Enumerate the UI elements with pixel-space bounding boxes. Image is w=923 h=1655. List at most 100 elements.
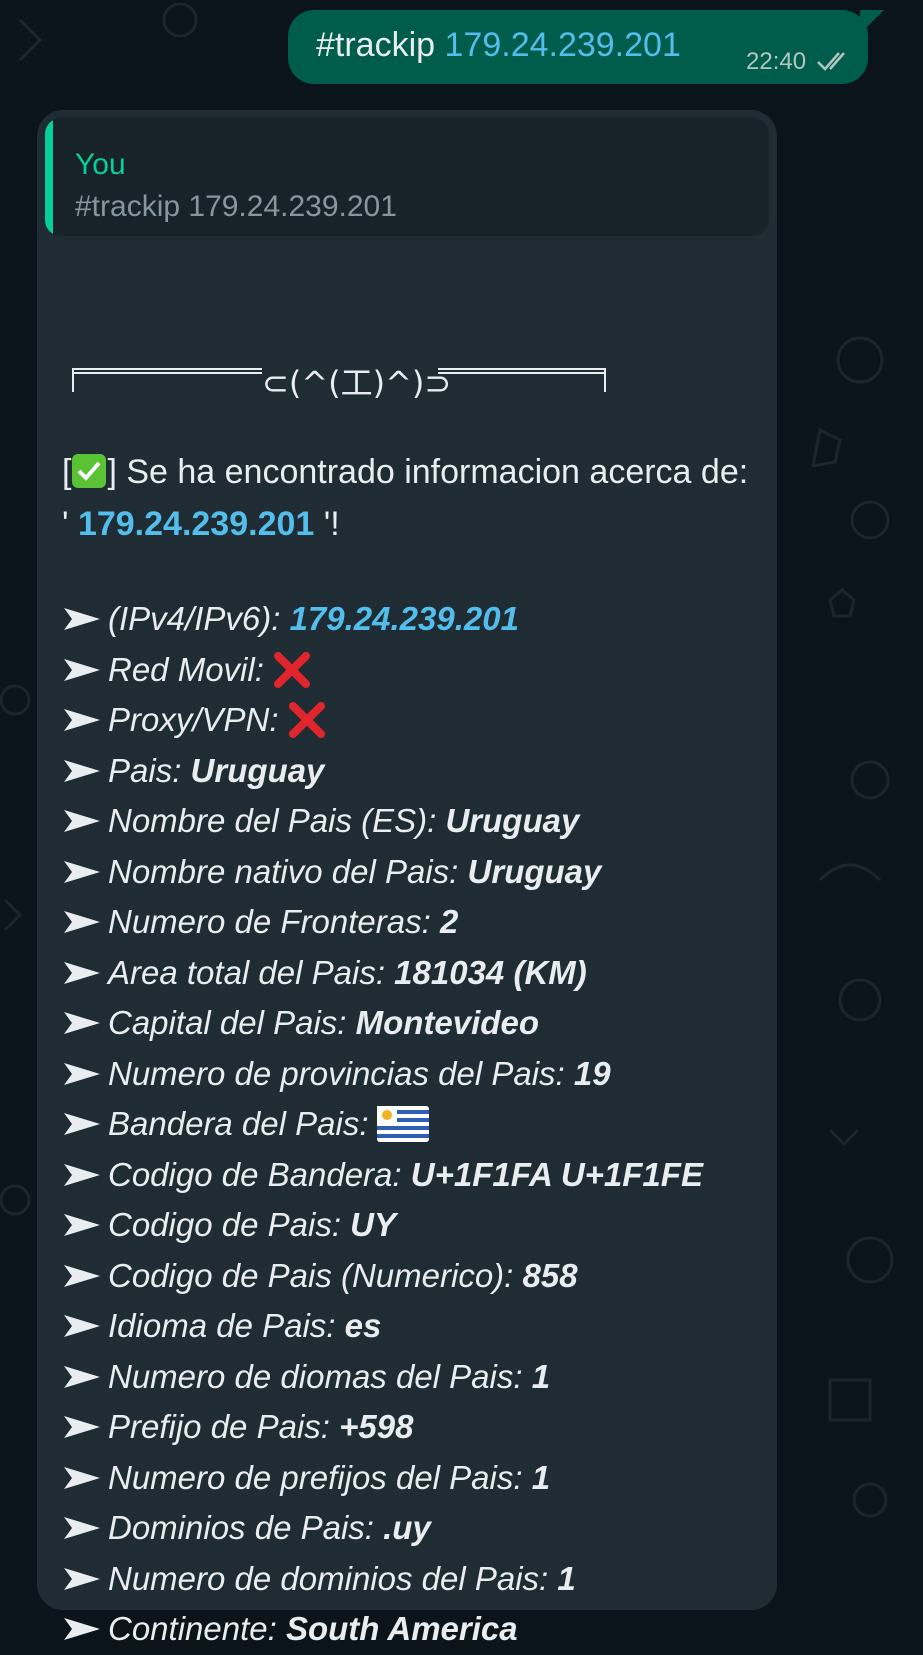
info-value: 19 <box>573 1054 611 1092</box>
info-list: (IPv4/IPv6): 179.24.239.201 Red Movil: Pro… <box>62 594 774 1655</box>
info-label: Nombre del Pais (ES): <box>108 802 437 840</box>
info-label: Numero de Fronteras: <box>108 903 431 941</box>
info-label: Numero de dominios del Pais: <box>108 1559 549 1597</box>
info-row: Dominios de Pais: .uy <box>62 1503 774 1554</box>
info-value: .uy <box>383 1509 431 1547</box>
cross-mark-icon <box>272 650 312 690</box>
info-ip-link[interactable]: 179.24.239.201 <box>290 600 519 638</box>
outgoing-bubble-tail <box>860 10 884 34</box>
arrow-bullet-icon <box>62 806 102 836</box>
arrow-bullet-icon <box>62 1412 102 1442</box>
info-value: 1 <box>531 1357 551 1395</box>
info-value: South America <box>285 1610 518 1648</box>
quoted-reply[interactable]: You #trackip 179.24.239.201 <box>45 118 769 236</box>
info-label: Proxy/VPN: <box>108 701 279 739</box>
info-label: Codigo de Pais (Numerico): <box>108 1256 514 1294</box>
info-label: Nombre nativo del Pais: <box>108 852 459 890</box>
found-ip-link[interactable]: 179.24.239.201 <box>78 505 314 543</box>
info-value: 858 <box>522 1256 578 1294</box>
info-row: Prefijo de Pais: +598 <box>62 1402 774 1453</box>
info-row: Numero de diomas del Pais: 1 <box>62 1352 774 1403</box>
info-label: Idioma de Pais: <box>108 1307 336 1345</box>
info-label: Area total del Pais: <box>108 953 385 991</box>
info-row: Codigo de Pais: UY <box>62 1200 774 1251</box>
outgoing-message-text: #trackip 179.24.239.201 <box>316 26 681 65</box>
info-label: Continente: <box>108 1610 277 1648</box>
kaomoji-banner: ⊂(^(工)^)⊃ <box>62 358 622 402</box>
command-hashtag[interactable]: #trackip <box>316 26 435 64</box>
info-label: Numero de diomas del Pais: <box>108 1357 523 1395</box>
info-value: 2 <box>439 903 459 941</box>
arrow-bullet-icon <box>62 1059 102 1089</box>
incoming-message-bubble[interactable]: You #trackip 179.24.239.201 ⊂(^(工)^)⊃ []… <box>37 110 777 1647</box>
info-row: Numero de dominios del Pais: 1 <box>62 1554 774 1605</box>
arrow-bullet-icon <box>62 1160 102 1190</box>
quote-author: You <box>75 148 126 181</box>
info-row: Nombre nativo del Pais: Uruguay <box>62 847 774 898</box>
banner-line-left <box>72 368 262 374</box>
arrow-bullet-icon <box>62 1261 102 1291</box>
cross-mark-icon <box>287 700 327 740</box>
info-value: 1 <box>531 1458 551 1496</box>
info-row: Numero de provincias del Pais: 19 <box>62 1049 774 1100</box>
info-row: Capital del Pais: Montevideo <box>62 998 774 1049</box>
arrow-bullet-icon <box>62 1362 102 1392</box>
info-label: Bandera del Pais: <box>108 1105 369 1143</box>
info-label: Numero de prefijos del Pais: <box>108 1458 523 1496</box>
info-value: 1 <box>557 1559 576 1597</box>
message-timestamp: 22:40 <box>746 48 807 75</box>
info-label: Numero de provincias del Pais: <box>108 1054 565 1092</box>
outgoing-message-bubble[interactable]: #trackip 179.24.239.201 22:40 <box>288 10 868 84</box>
info-label: Capital del Pais: <box>108 1004 347 1042</box>
uruguay-flag-icon <box>376 1106 429 1143</box>
info-row: Nombre del Pais (ES): Uruguay <box>62 796 774 847</box>
info-label: Pais: <box>108 751 182 789</box>
info-value: UY <box>350 1206 396 1244</box>
info-value: U+1F1FA U+1F1FE <box>410 1155 703 1193</box>
info-value: es <box>344 1307 382 1345</box>
arrow-bullet-icon <box>62 907 102 937</box>
info-label: Prefijo de Pais: <box>108 1408 330 1446</box>
info-label: Red Movil: <box>108 650 264 688</box>
info-row: Proxy/VPN: <box>62 695 774 746</box>
quote-text: #trackip 179.24.239.201 <box>75 190 397 223</box>
arrow-bullet-icon <box>62 1008 102 1038</box>
check-mark-icon <box>72 454 107 488</box>
info-row: Pais: Uruguay <box>62 746 774 797</box>
info-value: +598 <box>339 1408 414 1446</box>
info-row: Red Movil: <box>62 645 774 696</box>
arrow-bullet-icon <box>62 1463 102 1493</box>
info-label: Codigo de Bandera: <box>108 1155 402 1193</box>
info-label: Codigo de Pais: <box>108 1206 341 1244</box>
info-row: Numero de Fronteras: 2 <box>62 897 774 948</box>
quote-accent-bar <box>45 118 53 236</box>
double-check-icon <box>817 52 845 71</box>
arrow-bullet-icon <box>62 857 102 887</box>
arrow-bullet-icon <box>62 604 102 634</box>
info-row: Codigo de Bandera: U+1F1FA U+1F1FE <box>62 1150 774 1201</box>
info-row: Bandera del Pais: <box>62 1099 774 1150</box>
info-row: Area total del Pais: 181034 (KM) <box>62 948 774 999</box>
arrow-bullet-icon <box>62 958 102 988</box>
info-value: Uruguay <box>467 852 602 890</box>
info-label: Dominios de Pais: <box>108 1509 374 1547</box>
info-value: Uruguay <box>190 751 325 789</box>
info-value: Uruguay <box>445 802 580 840</box>
arrow-bullet-icon <box>62 1614 102 1644</box>
arrow-bullet-icon <box>62 655 102 685</box>
info-value: Montevideo <box>355 1004 539 1042</box>
arrow-bullet-icon <box>62 705 102 735</box>
info-row: Continente: South America <box>62 1604 774 1655</box>
arrow-bullet-icon <box>62 1564 102 1594</box>
info-row: Idioma de Pais: es <box>62 1301 774 1352</box>
info-row: Codigo de Pais (Numerico): 858 <box>62 1251 774 1302</box>
arrow-bullet-icon <box>62 1513 102 1543</box>
info-row: Numero de prefijos del Pais: 1 <box>62 1453 774 1504</box>
ip-link[interactable]: 179.24.239.201 <box>445 26 681 64</box>
kaomoji-face: ⊂(^(工)^)⊃ <box>262 364 452 402</box>
arrow-bullet-icon <box>62 1109 102 1139</box>
found-info-message: [] Se ha encontrado informacion acerca d… <box>62 453 749 543</box>
info-row: (IPv4/IPv6): 179.24.239.201 <box>62 594 774 645</box>
arrow-bullet-icon <box>62 756 102 786</box>
arrow-bullet-icon <box>62 1210 102 1240</box>
